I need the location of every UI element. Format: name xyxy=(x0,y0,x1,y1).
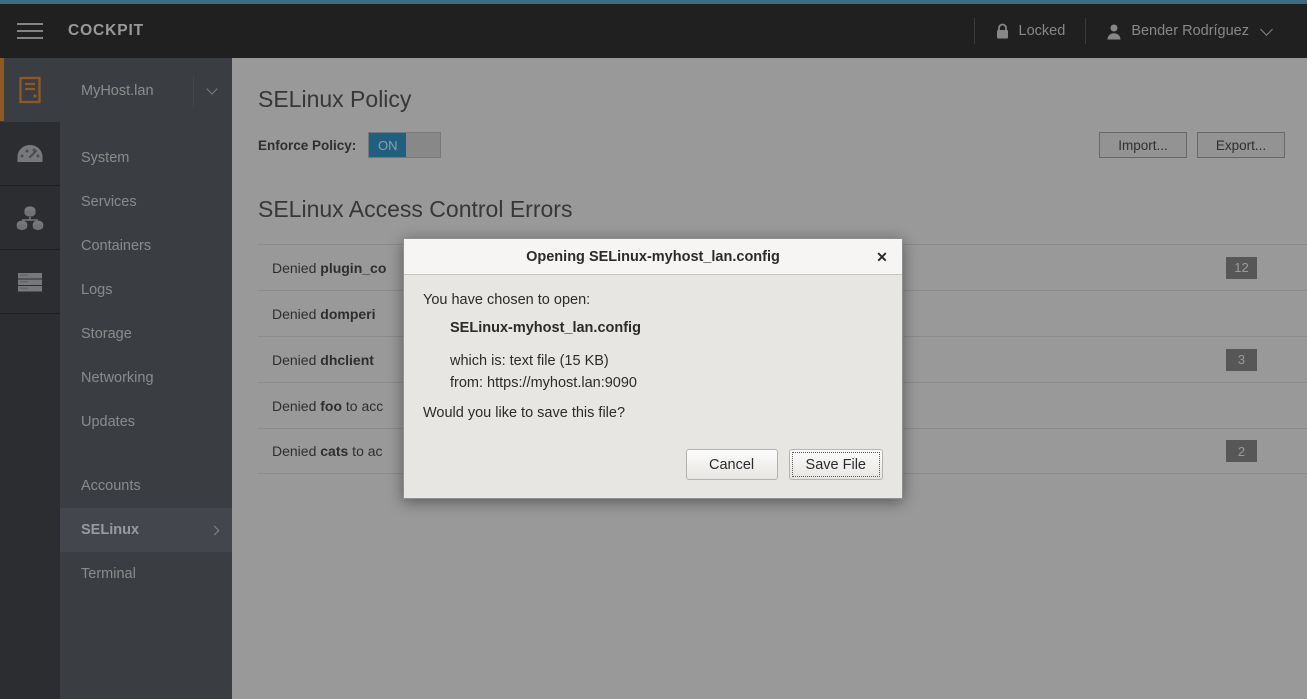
import-button[interactable]: Import... xyxy=(1099,132,1187,158)
dialog-filetype: which is: text file (15 KB) xyxy=(450,353,609,369)
hamburger-menu-icon[interactable] xyxy=(0,4,60,58)
page-title: SELinux Policy xyxy=(258,86,412,112)
server-icon xyxy=(18,76,42,104)
error-prefix: Denied xyxy=(272,351,321,368)
lock-icon xyxy=(995,23,1010,40)
enforce-policy-label: Enforce Policy: xyxy=(258,137,357,153)
header-right-group: Locked Bender Rodríguez xyxy=(972,4,1307,58)
header-divider xyxy=(1085,18,1087,44)
cancel-button[interactable]: Cancel xyxy=(685,449,778,480)
sidebar-item-accounts[interactable]: Accounts xyxy=(60,464,232,508)
sidebar-item-terminal[interactable]: Terminal xyxy=(60,552,232,596)
error-description: Denied domperi xyxy=(258,306,376,322)
user-menu-button[interactable]: Bender Rodríguez xyxy=(1088,4,1289,58)
dialog-title: Opening SELinux-myhost_lan.config xyxy=(526,248,780,265)
sidebar-item-storage[interactable]: Storage xyxy=(60,312,232,356)
status-badge xyxy=(1226,395,1257,417)
error-subject: foo xyxy=(320,397,343,414)
server-rack-icon xyxy=(16,270,44,294)
error-description: Denied plugin_co xyxy=(258,260,386,276)
sidebar-item-label: Terminal xyxy=(81,566,136,582)
dialog-source-url: from: https://myhost.lan:9090 xyxy=(450,375,637,391)
locked-label: Locked xyxy=(1018,23,1066,39)
error-subject: cats xyxy=(320,443,349,459)
chevron-right-icon xyxy=(209,525,220,535)
dialog-titlebar: Opening SELinux-myhost_lan.config ✕ xyxy=(404,239,902,275)
secondary-sidebar: MyHost.lan System Services Containers Logs S… xyxy=(60,58,232,699)
enforce-policy-toggle[interactable]: ON xyxy=(368,132,442,158)
user-avatar-icon xyxy=(1106,23,1122,40)
open-file-dialog: Opening SELinux-myhost_lan.config ✕ You … xyxy=(403,238,903,499)
status-badge: 3 xyxy=(1226,348,1257,371)
dialog-body: You have chosen to open: SELinux-myhost_… xyxy=(404,275,902,435)
rail-item-machines[interactable] xyxy=(0,250,60,314)
chevron-down-icon xyxy=(1260,22,1273,36)
error-prefix: Denied xyxy=(272,259,321,276)
error-subject: domperi xyxy=(320,305,376,322)
hamburger-line xyxy=(17,37,43,39)
dialog-filename: SELinux-myhost_lan.config xyxy=(450,320,641,336)
error-prefix: Denied xyxy=(272,443,321,459)
sidebar-item-label: Services xyxy=(81,194,137,210)
sidebar-item-label: Accounts xyxy=(81,478,141,494)
error-description: Denied foo to acc xyxy=(258,398,383,414)
error-subject: dhclient xyxy=(320,351,374,368)
user-name-label: Bender Rodríguez xyxy=(1131,23,1249,39)
sidebar-nav-list: System Services Containers Logs Storage Netwo… xyxy=(60,123,232,596)
status-badge: 2 xyxy=(1226,440,1257,462)
sidebar-item-label: SELinux xyxy=(81,522,140,538)
error-description: Denied cats to ac xyxy=(258,443,383,459)
sidebar-item-updates[interactable]: Updates xyxy=(60,400,232,444)
host-caret-group xyxy=(193,73,218,108)
sidebar-item-services[interactable]: Services xyxy=(60,180,232,224)
app-window: COCKPIT Locked Bender Rodríguez MyHost.l… xyxy=(0,0,1307,699)
policy-toolbar: Import... Export... xyxy=(1099,132,1285,158)
error-suffix: to acc xyxy=(342,397,384,414)
error-description: Denied dhclient xyxy=(258,352,374,368)
rail-item-containers[interactable] xyxy=(0,186,60,250)
sidebar-item-networking[interactable]: Networking xyxy=(60,356,232,400)
enforce-policy-row: Enforce Policy: ON xyxy=(258,132,442,158)
rail-item-host[interactable] xyxy=(0,58,60,122)
error-subject: plugin_co xyxy=(320,259,387,276)
section-title-errors: SELinux Access Control Errors xyxy=(258,196,573,222)
sidebar-item-label: Containers xyxy=(81,238,152,254)
host-divider xyxy=(193,73,194,108)
sidebar-item-label: Networking xyxy=(81,370,154,386)
error-prefix: Denied xyxy=(272,397,321,414)
header-divider xyxy=(973,18,975,44)
status-badge: 12 xyxy=(1226,256,1257,279)
export-button[interactable]: Export... xyxy=(1197,132,1285,158)
toggle-knob xyxy=(406,133,441,157)
sidebar-item-system[interactable]: System xyxy=(60,136,232,180)
sidebar-item-label: Logs xyxy=(81,282,113,298)
host-selector[interactable]: MyHost.lan xyxy=(60,58,232,123)
hamburger-line xyxy=(17,23,43,25)
sidebar-item-label: Storage xyxy=(81,326,132,342)
left-icon-rail xyxy=(0,58,60,699)
error-prefix: Denied xyxy=(272,305,321,322)
save-file-button[interactable]: Save File xyxy=(788,449,883,480)
sidebar-item-containers[interactable]: Containers xyxy=(60,224,232,268)
top-header-bar: COCKPIT Locked Bender Rodríguez xyxy=(0,4,1307,58)
dashboard-gauge-icon xyxy=(16,143,44,165)
toggle-state-label: ON xyxy=(369,133,407,157)
status-badge xyxy=(1226,303,1257,325)
sidebar-item-label: Updates xyxy=(81,414,136,430)
sidebar-item-label: System xyxy=(81,150,130,166)
hamburger-line xyxy=(17,30,43,32)
host-name-label: MyHost.lan xyxy=(81,82,154,99)
dialog-intro-text: You have chosen to open: xyxy=(423,292,591,308)
dialog-actions: Cancel Save File xyxy=(404,435,902,498)
brand-title: COCKPIT xyxy=(68,22,145,39)
sidebar-item-logs[interactable]: Logs xyxy=(60,268,232,312)
close-x-icon[interactable]: ✕ xyxy=(873,248,891,266)
error-suffix: to ac xyxy=(348,443,383,459)
cluster-nodes-icon xyxy=(15,205,45,231)
sidebar-item-selinux[interactable]: SELinux xyxy=(60,508,232,552)
rail-item-dashboard[interactable] xyxy=(0,122,60,186)
dialog-question: Would you like to save this file? xyxy=(423,405,626,421)
chevron-down-icon xyxy=(206,82,218,95)
locked-status-button[interactable]: Locked xyxy=(977,4,1084,58)
